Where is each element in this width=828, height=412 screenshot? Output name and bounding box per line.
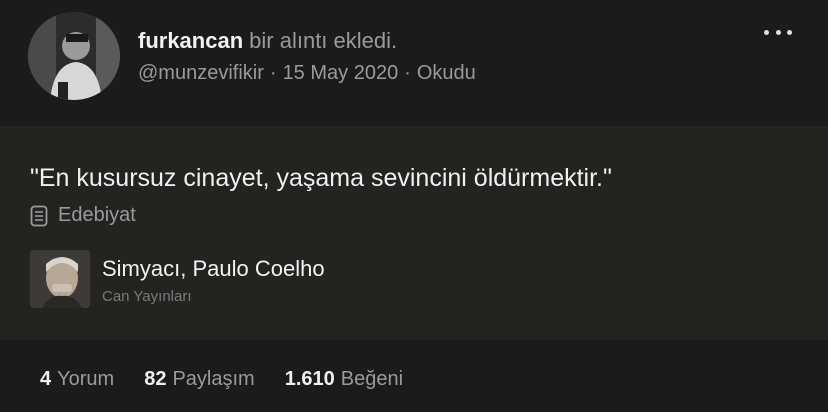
quote-text: "En kusursuz cinayet, yaşama sevincini ö… (30, 164, 612, 192)
action-text: bir alıntı ekledi. (249, 28, 398, 53)
list-document-icon (30, 205, 48, 226)
post-meta: @munzevifikir · 15 May 2020 · Okudu (138, 62, 476, 85)
publisher-name[interactable]: Can Yayınları (102, 288, 325, 305)
author-line: furkancan bir alıntı ekledi. (138, 28, 397, 54)
more-horizontal-icon (764, 29, 769, 35)
reading-status: Okudu (416, 62, 476, 84)
post-date: 15 May 2020 (282, 62, 399, 84)
author-photo-image (30, 250, 90, 308)
book-info: Simyacı, Paulo Coelho Can Yayınları (102, 250, 325, 305)
comments-label: Yorum (57, 368, 115, 390)
avatar-image (28, 12, 120, 100)
category-label: Edebiyat (58, 204, 136, 226)
comments-count: 4 (40, 368, 52, 390)
comments-stat[interactable]: 4 Yorum (40, 368, 114, 391)
category-tag[interactable]: Edebiyat (30, 204, 136, 227)
meta-separator: · (269, 62, 277, 84)
book-title[interactable]: Simyacı, Paulo Coelho (102, 256, 325, 282)
more-horizontal-icon (775, 29, 781, 35)
shares-stat[interactable]: 82 Paylaşım (144, 368, 255, 391)
more-horizontal-icon (787, 29, 792, 35)
post-stats: 4 Yorum 82 Paylaşım 1.610 Beğeni (40, 368, 433, 391)
shares-count: 82 (144, 368, 167, 390)
quote-block[interactable]: "En kusursuz cinayet, yaşama sevincini ö… (0, 126, 828, 340)
user-handle[interactable]: @munzevifikir (138, 62, 264, 84)
book-reference[interactable]: Simyacı, Paulo Coelho Can Yayınları (30, 250, 325, 308)
user-avatar[interactable] (28, 12, 120, 100)
post-header: furkancan bir alıntı ekledi. @munzevifiki… (0, 0, 828, 126)
likes-count: 1.610 (284, 368, 335, 390)
more-options-button[interactable] (764, 22, 792, 42)
shares-label: Paylaşım (172, 368, 255, 390)
quote-post-card: furkancan bir alıntı ekledi. @munzevifiki… (0, 0, 828, 412)
meta-separator: · (404, 62, 411, 84)
book-cover-image (30, 250, 90, 308)
likes-stat[interactable]: 1.610 Beğeni (285, 368, 403, 391)
username-link[interactable]: furkancan (138, 28, 243, 53)
likes-label: Beğeni (340, 368, 404, 390)
